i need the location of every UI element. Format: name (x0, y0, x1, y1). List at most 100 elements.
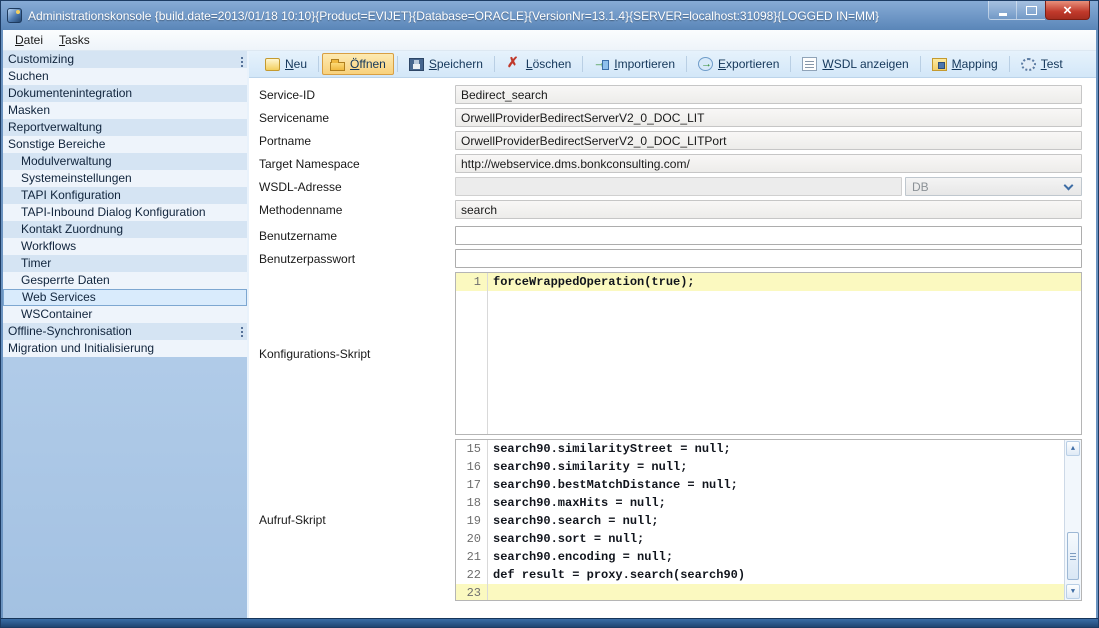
field-cell (455, 200, 1082, 219)
code-text: def result = proxy.search(search90) (487, 566, 745, 584)
code-text: search90.search = null; (487, 512, 659, 530)
field-cell (455, 131, 1082, 150)
window: Administrationskonsole {build.date=2013/… (0, 0, 1099, 628)
toolbar-button-label: Öffnen (350, 57, 386, 71)
editor-gutter-line (487, 440, 488, 600)
line-number: 23 (456, 584, 487, 601)
editor-gutter-line (487, 273, 488, 434)
sidebar-item-gesperrte-daten[interactable]: Gesperrte Daten (3, 272, 247, 289)
sidebar-item-systemeinstellungen[interactable]: Systemeinstellungen (3, 170, 247, 187)
field-input-portname[interactable] (455, 131, 1082, 150)
sidebar-item-masken[interactable]: Masken (3, 102, 247, 119)
code-text: search90.similarity = null; (487, 458, 687, 476)
menu-item-tasks[interactable]: Tasks (51, 31, 98, 49)
scroll-down-icon[interactable] (1066, 584, 1080, 599)
aufruf-lines: 15search90.similarityStreet = null;16sea… (456, 440, 1064, 601)
line-number: 15 (456, 440, 487, 458)
field-label-konfigurations-skript: Konfigurations-Skript (259, 347, 455, 361)
field-label-servicename: Servicename (259, 111, 455, 125)
import-icon (594, 57, 609, 71)
toolbar-button-label: Löschen (526, 57, 571, 71)
window-frame: DateiTasks CustomizingSuchenDokumentenin… (3, 30, 1096, 618)
delete-icon (506, 57, 521, 71)
toolbar-button-wsdl-anzeigen[interactable]: WSDL anzeigen (794, 53, 916, 75)
form-row: Benutzername (259, 226, 1082, 245)
toolbar-button-neu[interactable]: Neu (257, 53, 315, 75)
sidebar-item-web-services[interactable]: Web Services (3, 289, 247, 306)
sidebar-item-migration-und-initialisierung[interactable]: Migration und Initialisierung (3, 340, 247, 357)
toolbar-button-exportieren[interactable]: Exportieren (690, 53, 787, 75)
sidebar-item-sonstige-bereiche[interactable]: Sonstige Bereiche (3, 136, 247, 153)
toolbar-button-label: WSDL anzeigen (822, 57, 908, 71)
field-input-benutzername[interactable] (455, 226, 1082, 245)
field-input-service-id[interactable] (455, 85, 1082, 104)
field-cell (455, 226, 1082, 245)
new-icon (265, 58, 280, 71)
toolbar-button-offnen[interactable]: Öffnen (322, 53, 394, 75)
sidebar-item-customizing[interactable]: Customizing (3, 51, 247, 68)
line-number: 1 (456, 273, 487, 291)
chevron-down-icon (1064, 181, 1074, 191)
sidebar: CustomizingSuchenDokumentenintegrationMa… (3, 51, 249, 618)
sidebar-item-offline-synchronisation[interactable]: Offline-Synchronisation (3, 323, 247, 340)
toolbar-button-speichern[interactable]: Speichern (401, 53, 491, 75)
toolbar-separator (582, 56, 583, 72)
sidebar-collapse-grip[interactable] (241, 57, 243, 59)
scroll-up-icon[interactable] (1066, 441, 1080, 456)
sidebar-item-timer[interactable]: Timer (3, 255, 247, 272)
open-icon (330, 62, 345, 71)
form-row: Service-ID (259, 85, 1082, 104)
sidebar-item-modulverwaltung[interactable]: Modulverwaltung (3, 153, 247, 170)
sidebar-item-tapi-konfiguration[interactable]: TAPI Konfiguration (3, 187, 247, 204)
window-controls: × (988, 1, 1090, 20)
sidebar-item-dokumentenintegration[interactable]: Dokumentenintegration (3, 85, 247, 102)
sidebar-item-kontakt-zuordnung[interactable]: Kontakt Zuordnung (3, 221, 247, 238)
toolbar-button-label: Importieren (614, 57, 675, 71)
menu-item-datei[interactable]: Datei (7, 31, 51, 49)
field-cell (455, 108, 1082, 127)
field-label-wsdl-adresse: WSDL-Adresse (259, 180, 455, 194)
field-input-methodenname[interactable] (455, 200, 1082, 219)
maximize-button[interactable] (1017, 1, 1045, 20)
sidebar-item-tapi-inbound-dialog-konfiguration[interactable]: TAPI-Inbound Dialog Konfiguration (3, 204, 247, 221)
toolbar-button-mapping[interactable]: Mapping (924, 53, 1006, 75)
scroll-thumb[interactable] (1067, 532, 1079, 580)
toolbar-button-importieren[interactable]: Importieren (586, 53, 683, 75)
field-input-servicename[interactable] (455, 108, 1082, 127)
title-bar[interactable]: Administrationskonsole {build.date=2013/… (1, 1, 1098, 30)
sidebar-splitter-grip[interactable] (241, 327, 243, 329)
konfigurations-skript-editor[interactable]: 1forceWrappedOperation(true); (455, 272, 1082, 435)
field-cell: DB (455, 177, 1082, 196)
field-label-methodenname: Methodenname (259, 203, 455, 217)
aufruf-scrollbar[interactable] (1064, 440, 1081, 600)
code-line: 19search90.search = null; (456, 512, 1064, 530)
field-input-wsdl-adresse (455, 177, 902, 196)
toolbar-button-test[interactable]: Test (1013, 53, 1071, 75)
field-label-benutzername: Benutzername (259, 229, 455, 243)
line-number: 16 (456, 458, 487, 476)
sidebar-item-workflows[interactable]: Workflows (3, 238, 247, 255)
sidebar-item-suchen[interactable]: Suchen (3, 68, 247, 85)
sidebar-item-wscontainer[interactable]: WSContainer (3, 306, 247, 323)
minimize-button[interactable] (988, 1, 1017, 20)
code-text: forceWrappedOperation(true); (487, 273, 695, 291)
toolbar-separator (920, 56, 921, 72)
aufruf-skript-editor[interactable]: 15search90.similarityStreet = null;16sea… (455, 439, 1082, 601)
sidebar-item-reportverwaltung[interactable]: Reportverwaltung (3, 119, 247, 136)
field-label-service-id: Service-ID (259, 88, 455, 102)
combo-selected-value: DB (912, 180, 929, 194)
toolbar-button-label: Exportieren (718, 57, 779, 71)
status-bar (1, 618, 1098, 627)
form-row: Benutzerpasswort (259, 249, 1082, 268)
konfig-script-row: Konfigurations-Skript 1forceWrappedOpera… (259, 272, 1082, 435)
field-input-target-namespace[interactable] (455, 154, 1082, 173)
field-label-benutzerpasswort: Benutzerpasswort (259, 252, 455, 266)
code-text: search90.encoding = null; (487, 548, 673, 566)
sidebar-list: CustomizingSuchenDokumentenintegrationMa… (3, 51, 247, 357)
close-button[interactable]: × (1045, 1, 1090, 20)
field-combo-wsdl-adresse[interactable]: DB (905, 177, 1082, 196)
field-label-aufruf-skript: Aufruf-Skript (259, 513, 455, 527)
toolbar-button-loschen[interactable]: Löschen (498, 53, 579, 75)
field-input-benutzerpasswort[interactable] (455, 249, 1082, 268)
code-line: 22def result = proxy.search(search90) (456, 566, 1064, 584)
